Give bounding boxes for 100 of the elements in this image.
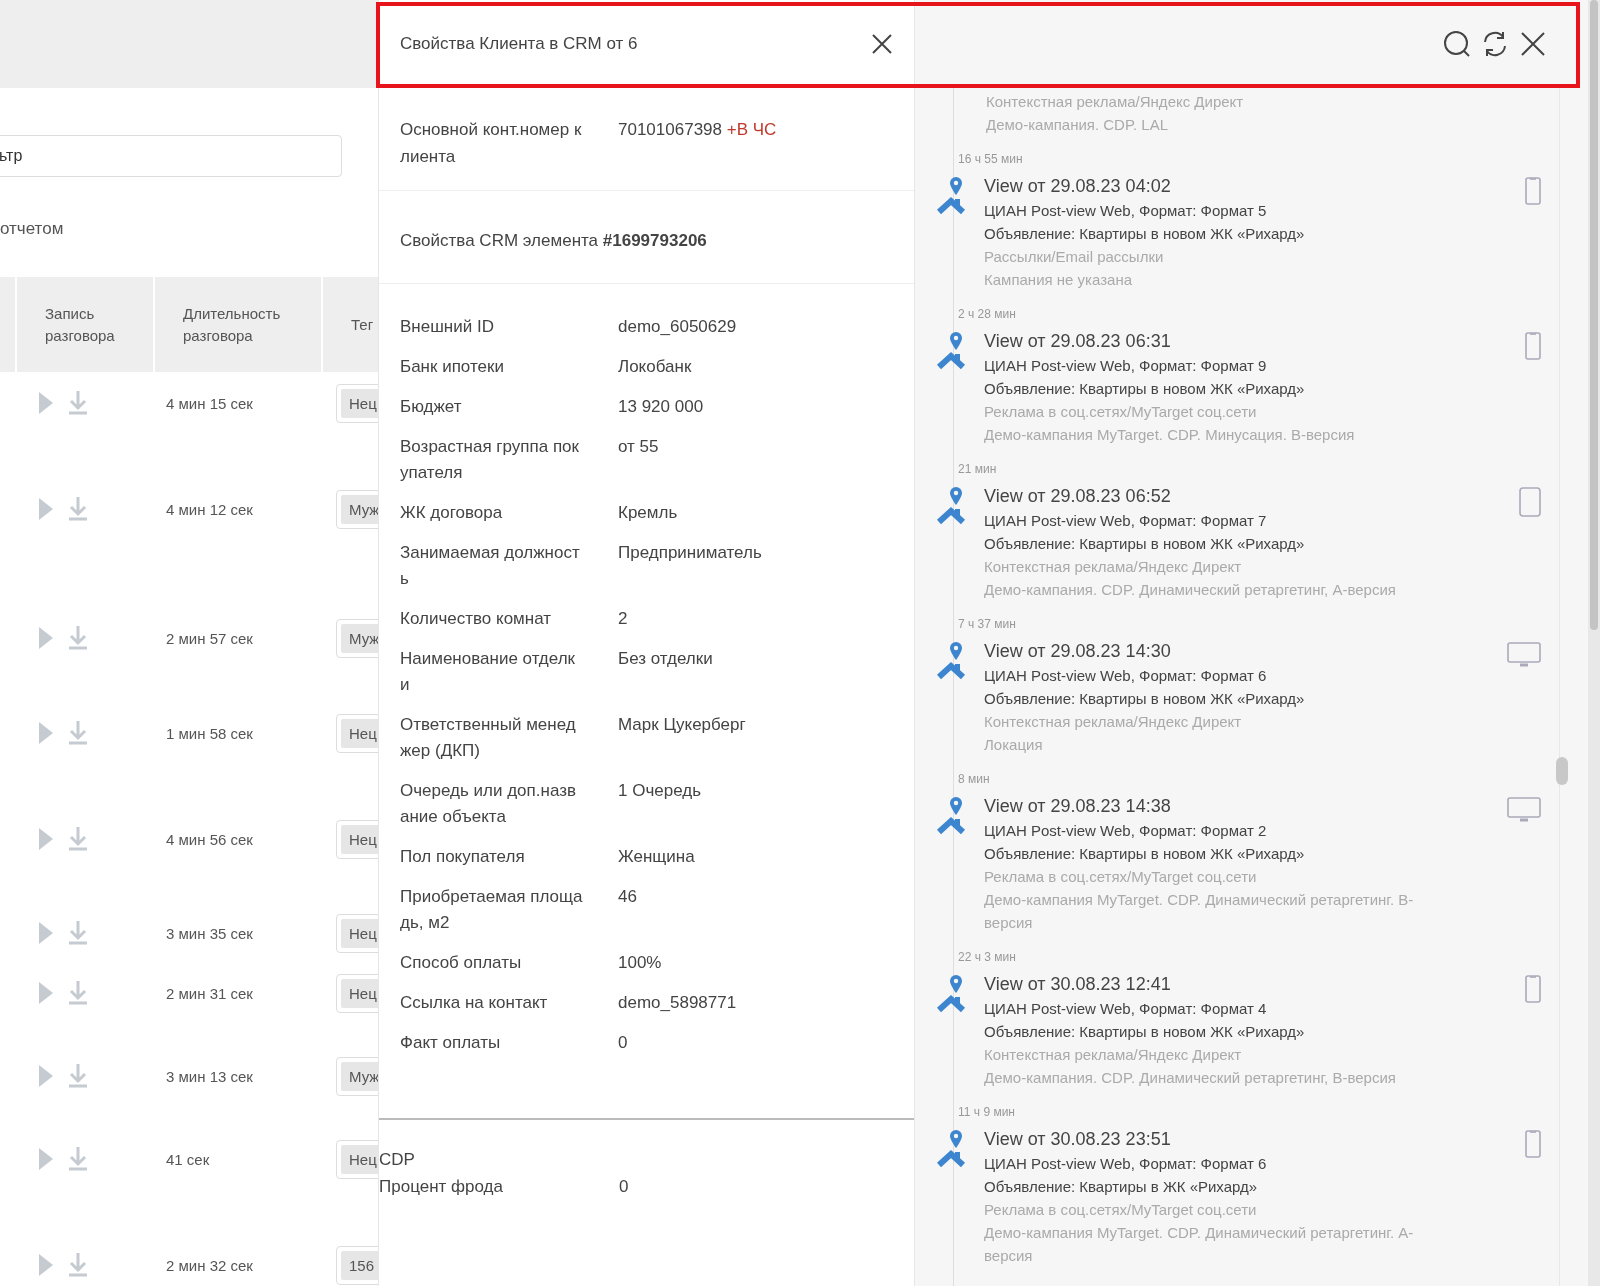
event-source: ЦИАН Post-view Web, Формат: Формат 6 [984,666,1268,686]
property-label: Ответственный менеджер (ДКП) [400,714,577,762]
property-value: 100% [618,952,663,974]
event-ad: Объявление: Квартиры в новом ЖК «Рихард» [984,1022,1306,1042]
property-value: demo_6050629 [618,316,738,338]
property-label: Ссылка на контакт [400,992,549,1014]
play-icon[interactable] [39,982,53,1004]
event-title: View от 30.08.23 23:51 [984,1128,1172,1151]
event-source: ЦИАН Post-view Web, Формат: Формат 6 [984,1154,1268,1174]
entry-line: Контекстная реклама/Яндекс Директ [986,92,1245,112]
property-value: 46 [618,886,638,908]
duration-cell-text: 3 мин 35 сек [165,924,254,942]
download-icon[interactable] [69,1253,87,1277]
monitor-icon [1507,642,1541,668]
download-icon[interactable] [69,626,87,650]
event-title: View от 29.08.23 14:30 [984,640,1172,663]
download-icon[interactable] [69,721,87,745]
property-label: Основной конт.номер клиента [400,119,583,168]
play-icon[interactable] [39,1065,53,1087]
event-title: View от 29.08.23 06:52 [984,485,1172,508]
event-campaign: Демо-кампания MyTarget. CDP. Динамический ретаргетинг. А-версия [984,1223,1415,1266]
event-campaign: Локация [984,735,1044,755]
duration-cell-text: 4 мин 56 сек [165,830,254,848]
event-channel: Рассылки/Email рассылки [984,247,1165,267]
close-button[interactable] [870,31,894,56]
property-label: Факт оплаты [400,1032,502,1054]
play-icon[interactable] [39,922,53,944]
event-source: ЦИАН Post-view Web, Формат: Формат 2 [984,821,1268,841]
event-campaign: Демо-кампания MyTarget. CDP. Динамический ретаргетинг. В-версия [984,890,1415,933]
property-label: Приобретаемая площадь, м2 [400,886,584,934]
phone-value: 70101067398 +В ЧС [618,119,778,141]
event-channel: Контекстная реклама/Яндекс Директ [984,1045,1243,1065]
column-header: Длительность разговора [153,277,321,372]
event-title: View от 30.08.23 12:41 [984,973,1172,996]
event-source: ЦИАН Post-view Web, Формат: Формат 5 [984,201,1268,221]
event-title: View от 29.08.23 06:31 [984,330,1172,353]
download-icon[interactable] [69,921,87,945]
play-icon[interactable] [39,392,53,414]
phone-icon [1525,177,1541,205]
play-icon[interactable] [39,828,53,850]
time-gap-label: 2 ч 28 мин [957,306,1017,323]
property-label: Банк ипотеки [400,356,505,378]
play-icon[interactable] [39,627,53,649]
property-value: 0 [619,1176,630,1198]
event-ad: Объявление: Квартиры в ЖК «Рихард» [984,1177,1259,1197]
scrollbar-thumb[interactable] [1556,757,1568,785]
event-channel: Реклама в соц.сетях/MyTarget соц.сети [984,402,1258,422]
filter-field[interactable]: ьтр [0,135,342,177]
property-label: Бюджет [400,396,463,418]
duration-cell-text: 41 сек [165,1150,211,1168]
property-value: 1 Очередь [618,780,703,802]
property-label: Наименование отделки [400,648,577,696]
search-button[interactable] [1442,29,1472,59]
time-gap-label: 16 ч 55 мин [957,151,1024,168]
phone-icon [1525,332,1541,360]
download-icon[interactable] [69,827,87,851]
property-label: Возрастная группа покупателя [400,436,580,484]
event-ad: Объявление: Квартиры в новом ЖК «Рихард» [984,379,1306,399]
time-gap-label: 11 ч 9 мин [957,1104,1016,1121]
event-campaign: Демо-кампания. CDP. Динамический ретаргетинг, А-версия [984,580,1397,600]
play-icon[interactable] [39,1254,53,1276]
event-title: View от 29.08.23 14:38 [984,795,1172,818]
property-label: Процент фрода [379,1176,504,1198]
scrollbar-thumb[interactable] [1590,0,1598,630]
event-ad: Объявление: Квартиры в новом ЖК «Рихард» [984,689,1306,709]
property-label: ЖК договора [400,502,504,524]
duration-cell-text: 1 мин 58 сек [165,724,254,742]
property-value: Локобанк [618,356,693,378]
phone-icon [1525,975,1541,1003]
event-campaign: Демо-кампания MyTarget. CDP. Минусация. В-версия [984,425,1356,445]
time-gap-label: 8 мин [957,771,991,788]
property-label: Занимаемая должность [400,542,581,590]
property-value: 13 920 000 [618,396,705,418]
download-icon[interactable] [69,497,87,521]
property-value: 2 [618,608,629,630]
play-icon[interactable] [39,722,53,744]
column-header: Запись разговора [15,277,153,372]
download-icon[interactable] [69,1064,87,1088]
download-icon[interactable] [69,981,87,1005]
event-channel: Реклама в соц.сетях/MyTarget соц.сети [984,1200,1258,1220]
property-value: demo_5898771 [618,992,738,1014]
time-gap-label: 21 мин [957,461,998,478]
event-campaign: Демо-кампания. CDP. Динамический ретаргетинг, В-версия [984,1068,1397,1088]
event-channel: Контекстная реклама/Яндекс Директ [984,557,1243,577]
report-label: отчетом [0,219,65,240]
download-icon[interactable] [69,1147,87,1171]
property-label: Способ оплаты [400,952,523,974]
property-label: Очередь или доп.название объекта [400,780,577,828]
play-icon[interactable] [39,1148,53,1170]
time-gap-label: 22 ч 3 мин [957,949,1017,966]
monitor-icon [1507,797,1541,823]
download-icon[interactable] [69,391,87,415]
event-ad: Объявление: Квартиры в новом ЖК «Рихард» [984,534,1306,554]
time-gap-label: 7 ч 37 мин [957,616,1017,633]
tablet-icon [1519,487,1541,517]
duration-cell-text: 4 мин 12 сек [165,500,254,518]
event-channel: Реклама в соц.сетях/MyTarget соц.сети [984,867,1258,887]
property-value: от 55 [618,436,660,458]
property-value: 0 [618,1032,629,1054]
play-icon[interactable] [39,498,53,520]
